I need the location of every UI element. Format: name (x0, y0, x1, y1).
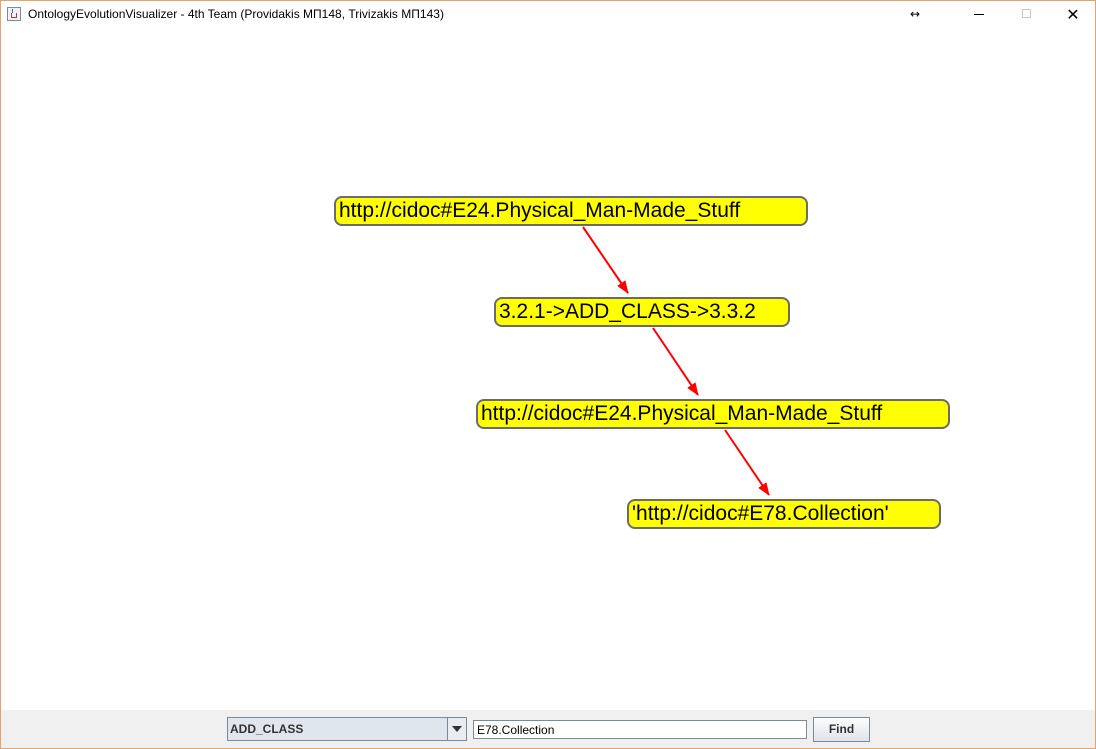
maximize-button[interactable] (1004, 1, 1050, 28)
window-title: OntologyEvolutionVisualizer - 4th Team (… (28, 7, 444, 21)
graph-canvas[interactable]: http://cidoc#E24.Physical_Man-Made_Stuff… (1, 28, 1095, 710)
resize-cursor-icon: ↔ (909, 7, 921, 21)
chevron-down-icon[interactable] (447, 718, 466, 740)
edge-n1-n2 (582, 226, 629, 294)
graph-node[interactable]: http://cidoc#E24.Physical_Man-Made_Stuff (476, 399, 950, 429)
search-input[interactable] (473, 720, 807, 739)
find-button[interactable]: Find (813, 717, 870, 742)
graph-node[interactable]: http://cidoc#E24.Physical_Man-Made_Stuff (334, 196, 808, 226)
change-type-value: ADD_CLASS (230, 722, 304, 736)
close-button[interactable]: ✕ (1050, 1, 1095, 28)
edge-n3-n4 (724, 429, 770, 496)
graph-edges (582, 226, 770, 496)
java-app-icon[interactable] (7, 7, 21, 21)
graph-node[interactable]: 'http://cidoc#E78.Collection' (627, 499, 941, 529)
edge-n2-n3 (652, 327, 699, 396)
bottom-toolbar: ADD_CLASS Find (1, 710, 1095, 748)
title-bar[interactable]: OntologyEvolutionVisualizer - 4th Team (… (1, 1, 1095, 28)
minimize-button[interactable] (956, 1, 1002, 28)
graph-node[interactable]: 3.2.1->ADD_CLASS->3.3.2 (494, 297, 790, 327)
app-window: OntologyEvolutionVisualizer - 4th Team (… (0, 0, 1096, 749)
change-type-select[interactable]: ADD_CLASS (227, 717, 467, 741)
